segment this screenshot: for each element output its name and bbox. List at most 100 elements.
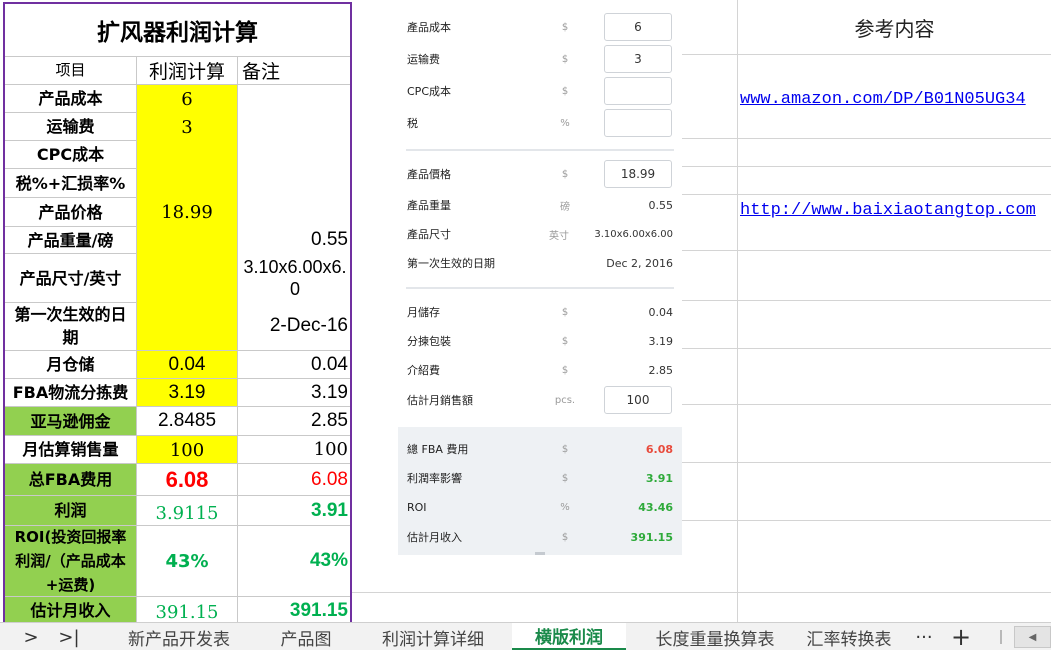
table-title[interactable]: 扩风器利润计算 — [5, 4, 350, 56]
panel-label: 產品價格 — [407, 168, 451, 181]
grid-column-line — [737, 0, 738, 622]
commission-note[interactable]: 2.85 — [238, 407, 350, 435]
grid-row-line — [682, 404, 1051, 405]
panel-unit: $ — [561, 443, 569, 455]
fba-pick-note[interactable]: 3.19 — [238, 379, 350, 406]
tab-scroll-left-icon[interactable]: ◀ — [1014, 626, 1051, 648]
panel-scroll-handle — [535, 552, 545, 555]
profit-note[interactable]: 3.91 — [238, 496, 350, 525]
panel-label: 產品重量 — [407, 199, 451, 212]
last-sheet-icon[interactable]: >| — [52, 623, 86, 650]
shipping-note[interactable] — [238, 113, 350, 140]
panel-unit: $ — [561, 306, 569, 318]
panel-label: CPC成本 — [407, 85, 451, 98]
sheet-tab-exchange-rate[interactable]: 汇率转换表 — [796, 623, 902, 650]
panel-tax-input[interactable] — [604, 109, 672, 137]
income-value[interactable]: 391.15 — [137, 597, 237, 624]
cpc-note[interactable] — [238, 141, 350, 168]
reference-header[interactable]: 参考内容 — [738, 13, 1051, 42]
panel-unit: 磅 — [560, 201, 570, 213]
total-fba-note[interactable]: 6.08 — [238, 464, 350, 495]
panel-row-margin: 利潤率影響 $ 3.91 — [398, 464, 682, 492]
header-note[interactable]: 备注 — [238, 57, 350, 84]
fba-pick-value[interactable]: 3.19 — [137, 379, 237, 406]
date-value[interactable] — [137, 303, 237, 350]
header-item[interactable]: 项目 — [5, 57, 136, 84]
panel-row-pick: 分揀包裝 $ 3.19 — [398, 327, 682, 355]
commission-value[interactable]: 2.8485 — [137, 407, 237, 435]
panel-row-cpc: CPC成本 $ — [398, 77, 682, 105]
sheet-tab-new-product[interactable]: 新产品开发表 — [108, 623, 250, 650]
sheet-tab-bar: > >| 新产品开发表 产品图 利润计算详细 横版利润 长度重量换算表 汇率转换… — [0, 622, 1051, 650]
shipping-value[interactable]: 3 — [137, 113, 237, 141]
cost-value[interactable]: 6 — [137, 85, 237, 113]
tax-value[interactable] — [137, 169, 237, 198]
roi-note[interactable]: 43% — [238, 526, 350, 596]
more-tabs-icon[interactable]: ··· — [908, 623, 940, 650]
panel-cost-input[interactable]: 6 — [604, 13, 672, 41]
row-label-shipping[interactable]: 运输费 — [5, 113, 136, 140]
reference-link-site[interactable]: http://www.baixiaotangtop.com — [740, 201, 1036, 220]
tax-note[interactable] — [238, 169, 350, 197]
grid-row-line — [682, 250, 1051, 251]
row-label-tax[interactable]: 税%+汇损率% — [5, 169, 136, 197]
next-sheet-icon[interactable]: > — [18, 623, 44, 650]
panel-size-value: 3.10x6.00x6.00 — [594, 228, 673, 240]
row-label-storage[interactable]: 月仓储 — [5, 351, 136, 378]
storage-note[interactable]: 0.04 — [238, 351, 350, 378]
row-label-roi[interactable]: ROI(投资回报率 利润/（产品成本+运费) — [5, 526, 136, 596]
size-value[interactable] — [137, 254, 237, 303]
cost-note[interactable] — [238, 85, 350, 112]
row-label-total-fba[interactable]: 总FBA费用 — [5, 464, 136, 495]
row-label-profit[interactable]: 利润 — [5, 496, 136, 525]
panel-label: 利潤率影響 — [407, 472, 462, 485]
weight-note[interactable]: 0.55 — [238, 227, 350, 253]
row-label-date[interactable]: 第一次生效的日期 — [9, 303, 132, 349]
panel-unit: $ — [561, 472, 569, 484]
monthly-sales-value[interactable]: 100 — [137, 436, 237, 464]
weight-value[interactable] — [137, 226, 237, 254]
sheet-tab-profit-detail[interactable]: 利润计算详细 — [364, 623, 502, 650]
panel-label: 第一次生效的日期 — [407, 257, 495, 270]
row-label-weight[interactable]: 产品重量/磅 — [5, 227, 136, 253]
panel-separator — [406, 149, 674, 151]
row-label-size[interactable]: 产品尺寸/英寸 — [5, 254, 136, 302]
panel-label: 產品成本 — [407, 21, 451, 34]
price-note[interactable] — [238, 198, 350, 226]
row-label-cpc[interactable]: CPC成本 — [5, 141, 136, 168]
panel-shipping-input[interactable]: 3 — [604, 45, 672, 73]
size-note[interactable]: 3.10x6.00x6.0 — [241, 255, 349, 301]
header-profit[interactable]: 利润计算 — [137, 57, 237, 84]
sheet-tab-horizontal-profit[interactable]: 横版利润 — [512, 623, 626, 650]
row-label-income[interactable]: 估计月收入 — [5, 597, 136, 624]
row-label-commission[interactable]: 亚马逊佣金 — [5, 407, 136, 435]
reference-link-amazon[interactable]: www.amazon.com/DP/B01N05UG34 — [740, 90, 1026, 109]
sheet-tab-product-image[interactable]: 产品图 — [262, 623, 350, 650]
panel-unit: $ — [561, 21, 569, 33]
row-label-fba-pick[interactable]: FBA物流分拣费 — [5, 379, 136, 406]
price-value[interactable]: 18.99 — [137, 198, 237, 226]
grid-row-line — [352, 592, 1051, 593]
sheet-tab-unit-conversion[interactable]: 长度重量换算表 — [640, 623, 790, 650]
row-label-cost[interactable]: 产品成本 — [5, 85, 136, 112]
storage-value[interactable]: 0.04 — [137, 351, 237, 379]
profit-value[interactable]: 3.9115 — [137, 496, 237, 527]
panel-unit: $ — [561, 168, 569, 180]
panel-row-sales: 估計月銷售額 pcs. 100 — [398, 386, 682, 414]
income-note[interactable]: 391.15 — [238, 597, 350, 624]
cpc-value[interactable] — [137, 141, 237, 169]
panel-cpc-input[interactable] — [604, 77, 672, 105]
grid-row-line — [682, 462, 1051, 463]
row-label-monthly-sales[interactable]: 月估算销售量 — [5, 436, 136, 463]
monthly-sales-note[interactable]: 100 — [238, 436, 350, 463]
row-label-price[interactable]: 产品价格 — [5, 198, 136, 226]
panel-price-input[interactable]: 18.99 — [604, 160, 672, 188]
add-sheet-icon[interactable]: + — [946, 623, 976, 650]
panel-row-weight: 產品重量 磅 0.55 — [398, 191, 682, 219]
profit-calc-table: 扩风器利润计算 项目 利润计算 备注 产品成本 6 运输费 3 CPC成本 税%… — [3, 2, 352, 624]
panel-unit: % — [560, 117, 570, 129]
total-fba-value[interactable]: 6.08 — [137, 464, 237, 495]
date-note[interactable]: 2-Dec-16 — [238, 303, 350, 349]
roi-value[interactable]: 43% — [137, 526, 237, 596]
panel-sales-input[interactable]: 100 — [604, 386, 672, 414]
